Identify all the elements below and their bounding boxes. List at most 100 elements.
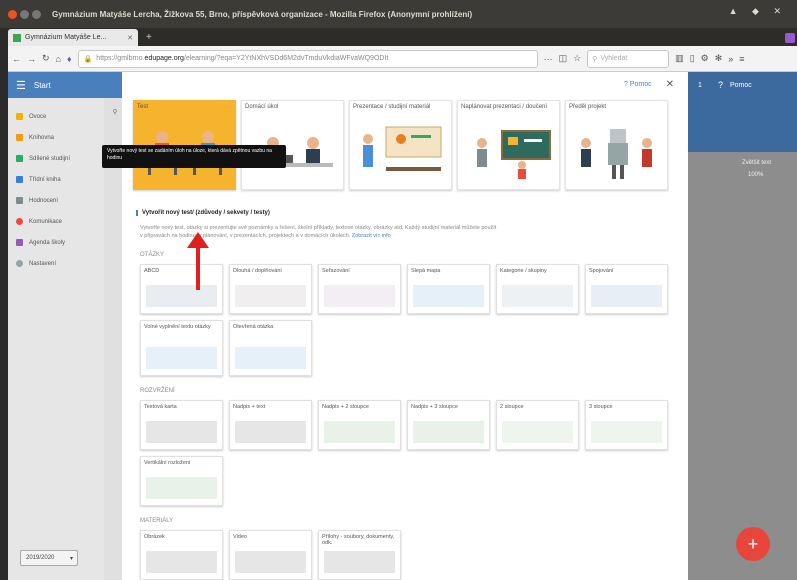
close-icon[interactable]: ✕ (666, 79, 674, 90)
template-card[interactable]: Nadpis + text (229, 400, 312, 450)
sidebar-item[interactable]: Hodnocení (8, 190, 104, 211)
template-card[interactable]: Volné vyplnění textu otázky (140, 320, 223, 376)
template-card[interactable]: Dlouhá / doplňování (229, 264, 312, 314)
card-thumbnail (324, 551, 395, 573)
card-label: Kategorie / skupiny (500, 268, 547, 274)
sidebar-item-label: Sdílené studijní (29, 155, 71, 162)
card-label: Nadpis + 3 sloupce (411, 404, 458, 410)
system-tray: ▲ ◆ ✕ (728, 6, 787, 16)
sidebar-item[interactable]: Agenda školy (8, 232, 104, 253)
sidebar-item[interactable]: Sdílené studijní (8, 148, 104, 169)
sidebar-item-label: Knihovna (29, 134, 55, 141)
back-icon[interactable]: ← (12, 54, 21, 64)
template-card[interactable]: Spojování (585, 264, 668, 314)
url-prefix: https://gmlbrno. (96, 55, 145, 62)
search-placeholder: Vyhledat (600, 55, 628, 62)
template-card[interactable]: Nadpis + 2 sloupce (318, 400, 401, 450)
lock-icon: 🔒 (83, 55, 93, 63)
menu-icon[interactable]: ☰ (16, 79, 26, 92)
school-year-value: 2019/2020 (26, 555, 55, 561)
group-label: OTÁZKY (140, 252, 165, 258)
sidebar-item[interactable]: Třídní kniha (8, 169, 104, 190)
zoom-value[interactable]: 100% (748, 172, 763, 178)
reload-icon[interactable]: ↻ (42, 53, 50, 64)
category-project[interactable]: Předěl projekt (565, 100, 668, 190)
template-card[interactable]: 3 sloupce (585, 400, 668, 450)
menu-label[interactable]: Start (34, 81, 51, 90)
template-card[interactable]: Seřazování (318, 264, 401, 314)
dialog-help-link[interactable]: ? Pomoc (624, 81, 652, 88)
new-tab-icon[interactable]: + (146, 32, 152, 46)
card-label: Video (233, 534, 247, 540)
layout-grid: Textová karta Nadpis + text Nadpis + 2 s… (140, 400, 680, 506)
template-card[interactable]: Video (229, 530, 312, 580)
template-card[interactable]: Nadpis + 3 sloupce (407, 400, 490, 450)
sidebar-toggle-icon[interactable]: ▯ (690, 53, 695, 64)
book-icon (16, 176, 23, 183)
extension-icon[interactable]: ⚙ (701, 53, 709, 64)
sidebar-item[interactable]: Knihovna (8, 127, 104, 148)
card-label: Otevřená otázka (233, 324, 274, 330)
more-info-link[interactable]: Zobrazit víc info (352, 233, 391, 239)
card-thumbnail (591, 285, 662, 307)
template-card[interactable]: Kategorie / skupiny (496, 264, 579, 314)
hamburger-menu-icon[interactable]: ≡ (739, 54, 744, 64)
forward-icon[interactable]: → (27, 54, 36, 64)
home-icon[interactable]: ⌂ (56, 54, 61, 64)
card-label: Seřazování (322, 268, 350, 274)
overflow-menu-icon[interactable]: » (728, 54, 733, 64)
red-arrow-annotation (187, 232, 209, 290)
add-button[interactable]: + (736, 527, 770, 561)
template-card[interactable]: Přílohy - soubory, dokumenty, odk. (318, 530, 401, 580)
right-help-icon[interactable]: ? (718, 80, 723, 90)
chevron-down-icon: ▾ (69, 555, 73, 562)
card-label: Textová karta (144, 404, 177, 410)
private-browsing-icon (785, 33, 795, 43)
browser-tab[interactable]: Gymnázium Matyáše Le... ✕ (8, 29, 138, 46)
search-input[interactable]: ⚲ Vyhledat (587, 49, 670, 68)
sidebar-item-label: Komunikace (29, 218, 63, 225)
group-label: ROZVRŽENÍ (140, 388, 175, 394)
sidebar-item[interactable]: Komunikace (8, 211, 104, 232)
card-thumbnail (146, 347, 217, 369)
tracking-shield-icon[interactable]: ♦ (67, 54, 72, 64)
sidebar-item[interactable]: Nastavení (8, 253, 104, 274)
right-help-link[interactable]: Pomoc (730, 82, 752, 89)
page-content: ☰ Start Ovoce Knihovna Sdílené studijní … (8, 72, 797, 580)
tab-close-icon[interactable]: ✕ (127, 34, 133, 42)
template-card[interactable]: 2 sloupce (496, 400, 579, 450)
category-label: Naplánovat prezentaci / doučení (461, 104, 548, 110)
card-label: Volné vyplnění textu otázky (144, 324, 211, 330)
card-label: Dlouhá / doplňování (233, 268, 282, 274)
template-card[interactable]: Slepá mapa (407, 264, 490, 314)
card-label: Vertikální rozložení (144, 460, 191, 466)
page-actions-icon[interactable]: ··· (544, 54, 553, 64)
bookmark-star-icon[interactable]: ☆ (573, 53, 581, 64)
folder-icon (16, 155, 23, 162)
school-year-select[interactable]: 2019/2020 ▾ (20, 550, 78, 566)
sidebar-item[interactable]: Ovoce (8, 106, 104, 127)
card-thumbnail (502, 285, 573, 307)
section-title: Vytvořit nový test/ (zdůvody / sekvety /… (136, 210, 688, 216)
questions-grid: ABCD Dlouhá / doplňování Seřazování Slep… (140, 264, 680, 376)
card-thumbnail (235, 347, 306, 369)
library-icon[interactable]: ▥ (675, 53, 684, 64)
url-bar[interactable]: 🔒 https://gmlbrno. edupage.org/elearning/… (77, 49, 538, 68)
template-card[interactable]: Otevřená otázka (229, 320, 312, 376)
card-label: Přílohy - soubory, dokumenty, odk. (322, 534, 395, 546)
close-window-icon[interactable] (8, 9, 17, 19)
card-label: Obrázek (144, 534, 165, 540)
category-presentation[interactable]: Prezentace / studijní materiál (349, 100, 452, 190)
template-card[interactable]: Vertikální rozložení (140, 456, 223, 506)
card-thumbnail (324, 421, 395, 443)
pocket-icon[interactable]: ◫ (559, 53, 568, 64)
maximize-window-icon[interactable] (32, 9, 41, 19)
template-card[interactable]: Textová karta (140, 400, 223, 450)
dialog-header: ? Pomoc ✕ (122, 72, 688, 96)
zoom-label: Zvětšit text (742, 160, 772, 166)
category-tutoring[interactable]: Naplánovat prezentaci / doučení (457, 100, 560, 190)
settings-icon[interactable]: ✻ (715, 53, 723, 64)
template-card[interactable]: Obrázek (140, 530, 223, 580)
dialog-help-label: Pomoc (629, 80, 652, 88)
minimize-window-icon[interactable] (20, 9, 29, 19)
